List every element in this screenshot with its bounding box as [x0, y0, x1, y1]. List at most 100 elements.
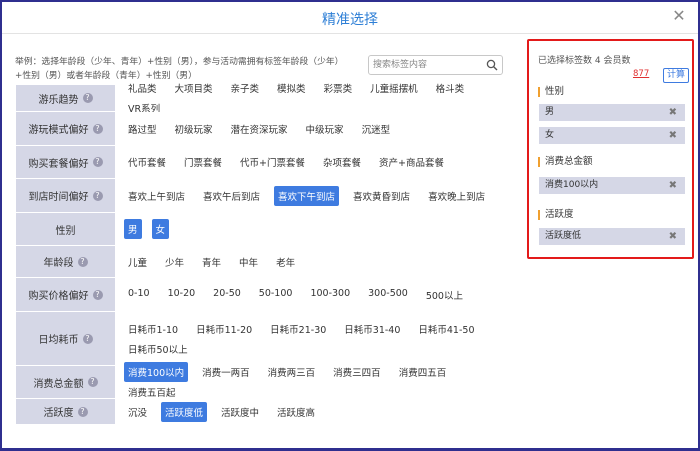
help-icon[interactable]: ?: [82, 93, 93, 103]
tag-option[interactable]: 喜欢午后到店: [199, 186, 264, 206]
help-icon[interactable]: ?: [92, 289, 103, 300]
tag-option[interactable]: 喜欢下午到店: [274, 185, 340, 206]
tag-option[interactable]: 礼品类: [124, 78, 161, 98]
tag-options: 日耗币1-10 日耗币11-20 日耗币21-30 日耗币31-40 日耗币41-50 日…: [115, 312, 516, 365]
tag-option[interactable]: 儿童摇摆机: [366, 78, 422, 98]
help-icon[interactable]: ?: [92, 190, 103, 201]
tag-option[interactable]: 日耗币31-40: [340, 319, 404, 339]
tag-row-label-text: 性别: [55, 225, 76, 237]
tag-options: 沉没 活跃度低 活跃度中 活跃度高: [115, 399, 516, 424]
tag-row-label-text: 活跃度: [43, 408, 74, 419]
tag-option[interactable]: 0-10: [124, 285, 154, 305]
tag-option[interactable]: 沉没: [124, 402, 151, 422]
help-icon[interactable]: ?: [77, 406, 88, 417]
tag-row: 活跃度? 沉没 活跃度低 活跃度中 活跃度高: [16, 399, 516, 425]
tag-row-label: 到店时间偏好?: [16, 179, 115, 212]
tag-option[interactable]: 老年: [272, 252, 299, 272]
tag-option[interactable]: 消费两三百: [264, 362, 320, 382]
tag-row-label-text: 到店时间偏好: [28, 192, 89, 203]
tag-row-label-text: 购买套餐偏好: [28, 158, 89, 170]
tag-search-box[interactable]: [368, 55, 503, 75]
tag-option[interactable]: 喜欢上午到店: [124, 186, 189, 206]
tag-option[interactable]: 男: [124, 219, 142, 239]
remove-tag-icon[interactable]: ✖: [669, 177, 677, 194]
tag-option[interactable]: 喜欢晚上到店: [424, 186, 489, 206]
tag-option[interactable]: 活跃度中: [217, 402, 263, 422]
tag-option[interactable]: 消费三四百: [329, 362, 385, 382]
tag-row-label-text: 年龄段: [43, 258, 74, 269]
tag-option[interactable]: 初级玩家: [171, 119, 217, 139]
tag-option[interactable]: 中级玩家: [302, 119, 348, 139]
tag-row-label-text: 消费总金额: [33, 378, 84, 390]
tag-options: 喜欢上午到店 喜欢午后到店 喜欢下午到店 喜欢黄昏到店 喜欢晚上到店: [115, 179, 516, 212]
tag-option[interactable]: 20-50: [209, 285, 245, 305]
tag-option[interactable]: 300-500: [364, 285, 412, 305]
tag-option[interactable]: 代币+门票套餐: [236, 152, 309, 172]
tag-table: 游乐趋势? 礼品类 大项目类 亲子类 模拟类 彩票类 儿童摇摆机 格斗类 VR系列 游玩模式偏好?…: [16, 84, 516, 425]
calculate-button[interactable]: 计算: [663, 68, 689, 83]
tag-option[interactable]: 门票套餐: [180, 152, 226, 172]
tag-row: 游玩模式偏好? 路过型 初级玩家 潜在资深玩家 中级玩家 沉迷型: [16, 112, 516, 146]
remove-tag-icon[interactable]: ✖: [669, 127, 677, 144]
selected-group-title: 消费总金额: [538, 157, 593, 167]
tag-option[interactable]: 喜欢黄昏到店: [349, 186, 414, 206]
help-icon[interactable]: ?: [92, 123, 103, 134]
tag-option[interactable]: 潜在资深玩家: [227, 119, 292, 139]
tag-options: 男女: [115, 213, 516, 245]
tag-option[interactable]: 消费四五百: [395, 362, 451, 382]
selected-tags-panel: 已选择标签数 4 会员数 877 计算 性别男 ✖ 女 ✖ 消费总金额 消费100以内 ✖ 活…: [527, 39, 694, 259]
tag-option[interactable]: 日耗币11-20: [192, 319, 256, 339]
tag-option[interactable]: 沉迷型: [358, 119, 395, 139]
tag-option[interactable]: 大项目类: [171, 78, 217, 98]
tag-option[interactable]: 杂项套餐: [319, 152, 365, 172]
tag-option[interactable]: 少年: [161, 252, 188, 272]
remove-tag-icon[interactable]: ✖: [669, 228, 677, 245]
help-icon[interactable]: ?: [92, 157, 103, 167]
tag-option[interactable]: 活跃度低: [161, 401, 208, 422]
remove-tag-icon[interactable]: ✖: [669, 104, 677, 121]
help-icon[interactable]: ?: [77, 256, 88, 267]
tag-option[interactable]: 日耗币41-50: [414, 319, 478, 339]
selected-tag: 消费100以内 ✖: [539, 177, 685, 194]
tag-option[interactable]: 消费一两百: [198, 362, 254, 382]
tag-row-label-text: 购买价格偏好: [28, 291, 89, 302]
selected-tag: 男 ✖: [539, 104, 685, 121]
tag-option[interactable]: 格斗类: [432, 78, 469, 98]
tag-option[interactable]: 500以上: [422, 285, 467, 305]
selected-tag: 活跃度低 ✖: [539, 228, 685, 245]
help-icon[interactable]: ?: [82, 333, 93, 344]
tag-option[interactable]: 100-300: [306, 285, 354, 305]
selected-tag-label: 活跃度低: [545, 231, 582, 241]
tag-row-label: 游玩模式偏好?: [16, 112, 115, 145]
tag-option[interactable]: 活跃度高: [273, 402, 319, 422]
search-icon[interactable]: [486, 59, 498, 71]
tag-row: 性别 男女: [16, 213, 516, 246]
help-icon[interactable]: ?: [87, 377, 98, 387]
tag-option[interactable]: 日耗币50以上: [124, 339, 192, 359]
tag-option[interactable]: 资产+商品套餐: [375, 152, 448, 172]
tag-option[interactable]: 青年: [198, 252, 225, 272]
tag-option[interactable]: 消费100以内: [124, 362, 189, 382]
tag-option[interactable]: 50-100: [255, 285, 297, 305]
tag-option[interactable]: 中年: [235, 252, 262, 272]
tag-option[interactable]: 日耗币21-30: [266, 319, 330, 339]
tag-option[interactable]: 日耗币1-10: [124, 319, 182, 339]
tag-option[interactable]: 路过型: [124, 119, 161, 139]
close-icon[interactable]: ✕: [670, 7, 688, 25]
tag-search-input[interactable]: [373, 58, 481, 72]
tag-option[interactable]: 女: [151, 219, 170, 239]
tag-option[interactable]: 10-20: [164, 285, 200, 305]
tag-option[interactable]: 彩票类: [320, 78, 357, 98]
tag-options: 路过型 初级玩家 潜在资深玩家 中级玩家 沉迷型: [115, 112, 516, 145]
member-count[interactable]: 877: [633, 69, 649, 79]
tag-row-label: 性别: [16, 213, 115, 245]
tag-option[interactable]: 模拟类: [273, 78, 310, 98]
selected-tag-label: 消费100以内: [545, 180, 599, 190]
tag-option[interactable]: 儿童: [124, 252, 151, 272]
tag-option[interactable]: 代币套餐: [124, 152, 170, 172]
tag-options: 0-10 10-20 20-50 50-100 100-300 300-500 500以上: [115, 278, 516, 311]
tag-option[interactable]: 亲子类: [227, 78, 264, 98]
tag-row-label-text: 日均耗币: [38, 335, 79, 346]
dialog-titlebar: 精准选择 ✕: [2, 2, 698, 34]
selected-summary: 已选择标签数 4 会员数: [538, 56, 631, 66]
